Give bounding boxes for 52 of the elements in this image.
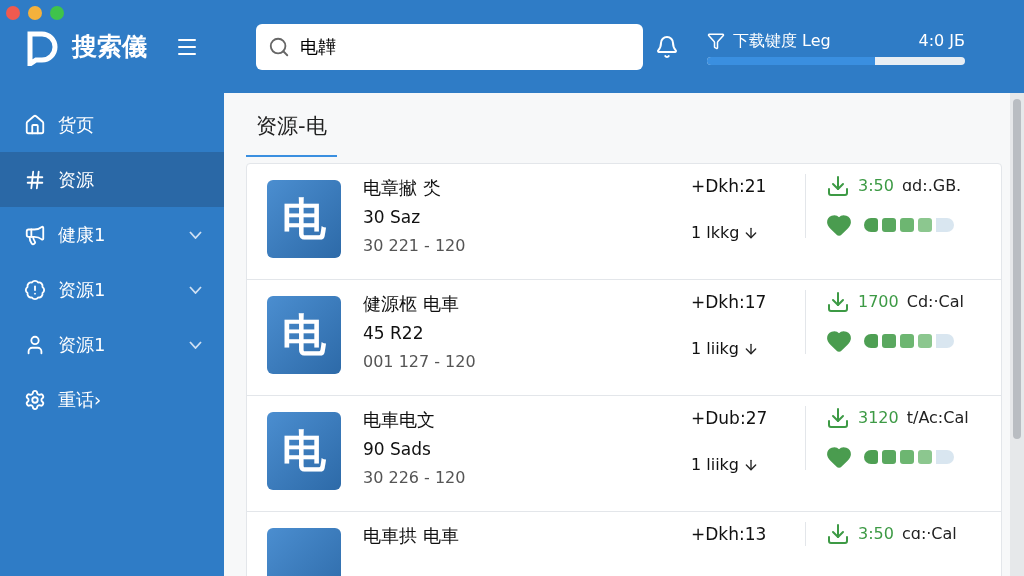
download-icon[interactable] [826, 173, 850, 198]
result-tile: 电 [267, 179, 341, 258]
result-subtitle: 30 Saz [363, 205, 422, 229]
app-name: 搜索儀 [72, 31, 147, 64]
search-field[interactable]: 电韡 [256, 24, 643, 70]
sidebar-item[interactable]: 资源1 [0, 262, 224, 317]
result-title[interactable]: 电車电文 [363, 405, 663, 433]
sidebar-item[interactable]: 重话› [0, 372, 224, 427]
home-icon [24, 113, 46, 136]
result-size: 1 liikg [691, 454, 740, 476]
result-title[interactable]: 电車拱 电車 [363, 521, 663, 549]
megaphone-icon [24, 223, 46, 246]
download-value: 1700 [858, 290, 899, 313]
section-tab[interactable]: 资源-电 [246, 111, 337, 157]
result-meta: 001 127 - 120 [363, 351, 477, 373]
sidebar-item[interactable]: 货页 [0, 97, 224, 152]
badge-icon [24, 278, 46, 301]
download-value: 3:50 [858, 174, 894, 197]
result-subtitle: 45 R22 [363, 321, 425, 345]
download-unit: cɑ:·Cal [901, 522, 957, 545]
result-stat: +Dub:27 [691, 406, 769, 430]
result-title[interactable]: 电章擜 氼 [363, 173, 663, 201]
result-meta: 30 221 - 120 [363, 235, 467, 257]
result-meta: 30 226 - 120 [363, 467, 467, 489]
download-unit: ɑd:.GB. [901, 174, 962, 197]
download-value: 3120 [858, 406, 899, 429]
search-icon [268, 36, 290, 58]
download-icon[interactable] [826, 405, 850, 430]
sidebar-item[interactable]: 资源 [0, 152, 224, 207]
result-size: 1 liikg [691, 338, 740, 360]
download-icon[interactable] [826, 521, 850, 546]
download-unit: Cd:·Cal [906, 290, 964, 313]
result-subtitle: 90 Sads [363, 437, 432, 461]
sidebar-item[interactable]: 健康1 [0, 207, 224, 262]
bell-icon[interactable] [655, 35, 679, 59]
result-title[interactable]: 健源柩 电車 [363, 289, 663, 317]
download-value: 3:50 [858, 522, 894, 545]
result-size: 1 lkkg [691, 222, 740, 244]
result-tile: 电 [267, 411, 341, 490]
scrollbar[interactable] [1010, 93, 1024, 576]
filter-icon [707, 32, 725, 50]
sidebar-item[interactable]: 资源1 [0, 317, 224, 372]
result-stat: +Dkh:13 [691, 522, 768, 546]
download-label: 下载键度 Leg [733, 30, 831, 52]
hash-icon [24, 168, 46, 191]
result-stat: +Dkh:17 [691, 290, 768, 314]
download-unit: t/Ac:Cal [906, 406, 969, 429]
result-tile: 电 [267, 295, 341, 374]
result-stat: +Dkh:21 [691, 174, 768, 198]
download-icon[interactable] [826, 289, 850, 314]
download-reading: 4:0 JБ [918, 30, 965, 52]
gear-icon [24, 388, 46, 411]
